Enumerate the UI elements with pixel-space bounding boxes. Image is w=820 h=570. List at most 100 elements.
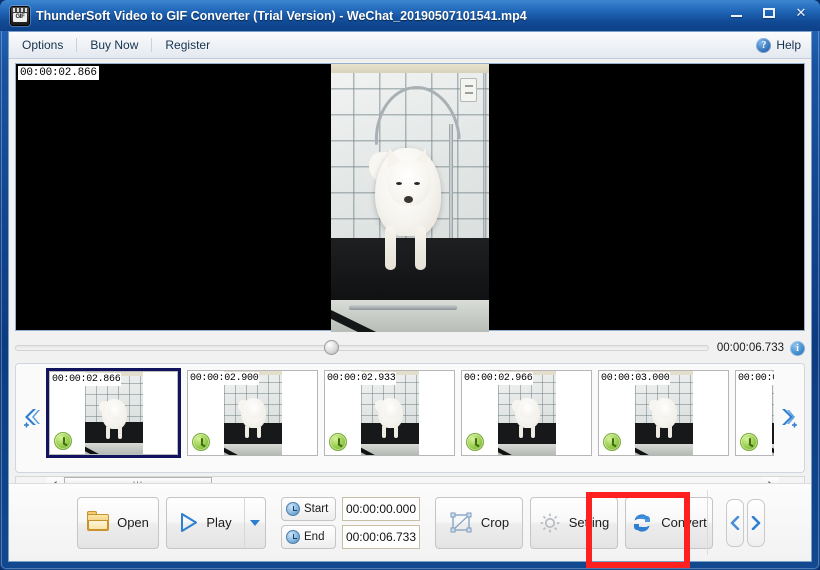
- close-icon: ✕: [795, 5, 807, 20]
- setting-button[interactable]: Setting: [530, 496, 618, 549]
- start-button[interactable]: Start: [281, 496, 336, 521]
- end-row: End 00:00:06.733: [281, 524, 420, 549]
- filmstrip-viewport: 00:00:02.866 00:00:02.900 00:00:02.933 0…: [46, 364, 774, 472]
- thumbnail-inner: 00:00:02.866: [49, 371, 178, 455]
- frame-thumbnail[interactable]: 00:00:03.0: [735, 370, 774, 456]
- thumbnail-inner: 00:00:02.933: [325, 371, 454, 455]
- help-icon: ?: [756, 37, 772, 53]
- gear-icon: [539, 512, 561, 534]
- play-button-group: Play: [166, 496, 266, 549]
- dog-leg-left: [385, 226, 396, 270]
- window-controls: ✕: [726, 2, 812, 24]
- frame-thumbnail[interactable]: 00:00:02.966: [461, 370, 592, 456]
- thumbnail-inner: 00:00:03.000: [599, 371, 728, 455]
- start-end-group: Start 00:00:00.000 End 00:00:06.733: [281, 496, 420, 549]
- chevron-left-plus-icon: [20, 405, 42, 431]
- next-page-button[interactable]: [747, 498, 765, 547]
- thumb-dog: [374, 389, 407, 438]
- dog-leg-right: [415, 226, 426, 270]
- maximize-button[interactable]: [758, 2, 780, 24]
- end-time-field[interactable]: 00:00:06.733: [342, 524, 420, 549]
- crop-button[interactable]: Crop: [435, 496, 523, 549]
- wall-outlet: [460, 78, 477, 102]
- gif-label-icon: GIF: [13, 12, 27, 22]
- current-time-overlay: 00:00:02.866: [18, 66, 99, 80]
- thumbnail-timestamp: 00:00:02.900: [189, 372, 260, 385]
- page-nav-group: [726, 498, 765, 547]
- help-menu[interactable]: ? Help: [756, 32, 801, 58]
- dog-nose: [404, 196, 413, 203]
- title-bar: GIF ThunderSoft Video to GIF Converter (…: [0, 0, 820, 31]
- help-label: Help: [776, 38, 801, 52]
- start-row: Start 00:00:00.000: [281, 496, 420, 521]
- clock-end-icon: [286, 529, 300, 544]
- play-icon: [179, 512, 198, 533]
- filmstrip-prev-button[interactable]: [16, 364, 46, 472]
- end-button[interactable]: End: [281, 524, 336, 549]
- frame-thumbnail[interactable]: 00:00:02.900: [187, 370, 318, 456]
- app-icon: GIF: [10, 5, 30, 26]
- close-button[interactable]: ✕: [790, 2, 812, 24]
- thumbnail-timestamp: 00:00:03.0: [737, 372, 774, 385]
- dog-subject: [367, 126, 453, 276]
- frame-thumbnail[interactable]: 00:00:02.866: [46, 368, 181, 458]
- chevron-left-icon: [730, 515, 740, 530]
- clock-badge-icon[interactable]: [603, 433, 621, 451]
- video-preview[interactable]: 00:00:02.866: [15, 63, 805, 332]
- thumbnail-inner: 00:00:02.900: [188, 371, 317, 455]
- prev-page-button[interactable]: [726, 498, 744, 547]
- info-icon[interactable]: i: [790, 340, 805, 356]
- thumbnail-timestamp: 00:00:02.866: [51, 373, 122, 386]
- clock-badge-icon[interactable]: [466, 433, 484, 451]
- menu-buy-now[interactable]: Buy Now: [77, 32, 151, 58]
- chevron-right-icon: [751, 515, 761, 530]
- crop-icon: [449, 512, 473, 534]
- start-label: Start: [304, 502, 329, 515]
- crop-label: Crop: [480, 515, 510, 530]
- seek-slider-handle[interactable]: [323, 340, 339, 355]
- chevron-right-plus-icon: [778, 405, 800, 431]
- frame-thumbnail[interactable]: 00:00:03.000: [598, 370, 729, 456]
- dog-eye-left: [396, 182, 402, 185]
- minimize-icon: [731, 15, 742, 17]
- thumb-dog: [648, 389, 681, 438]
- play-label: Play: [206, 515, 232, 530]
- menu-register[interactable]: Register: [152, 32, 223, 58]
- filmstrip-next-button[interactable]: [774, 364, 804, 472]
- application-window: GIF ThunderSoft Video to GIF Converter (…: [0, 0, 820, 570]
- frame-thumbnail[interactable]: 00:00:02.933: [324, 370, 455, 456]
- film-perforations: [13, 7, 27, 12]
- seek-slider-track[interactable]: [15, 340, 709, 355]
- play-button[interactable]: Play: [166, 496, 244, 549]
- folder-icon: [87, 511, 110, 531]
- client-area: Options Buy Now Register ? Help 00:00:02…: [8, 31, 812, 562]
- convert-button[interactable]: Convert: [625, 496, 713, 549]
- thumb-dog: [98, 390, 131, 439]
- chevron-down-icon: [250, 519, 260, 526]
- open-label: Open: [117, 515, 149, 530]
- clock-badge-icon[interactable]: [54, 432, 72, 450]
- open-button[interactable]: Open: [77, 496, 159, 549]
- clock-badge-icon[interactable]: [740, 433, 758, 451]
- toolbar-inner: Open Play Start 00:00:00.000 End 00:00:0…: [9, 484, 811, 561]
- filmstrip-track: 00:00:02.866 00:00:02.900 00:00:02.933 0…: [46, 368, 774, 458]
- total-duration-label: 00:00:06.733: [716, 342, 784, 354]
- play-dropdown-button[interactable]: [244, 496, 266, 549]
- window-title: ThunderSoft Video to GIF Converter (Tria…: [36, 8, 527, 23]
- thumbnail-inner: 00:00:03.0: [736, 371, 774, 455]
- video-frame: [331, 64, 489, 332]
- menu-options[interactable]: Options: [9, 32, 76, 58]
- thumb-dog: [237, 389, 270, 438]
- minimize-button[interactable]: [726, 2, 748, 24]
- start-time-field[interactable]: 00:00:00.000: [342, 496, 420, 521]
- bottom-toolbar: Open Play Start 00:00:00.000 End 00:00:0…: [9, 483, 811, 561]
- thumbnail-timestamp: 00:00:03.000: [600, 372, 671, 385]
- convert-icon: [631, 512, 653, 534]
- convert-label: Convert: [661, 515, 707, 530]
- ceiling-strip: [331, 64, 489, 73]
- clock-badge-icon[interactable]: [192, 433, 210, 451]
- clock-badge-icon[interactable]: [329, 433, 347, 451]
- thumbnail-timestamp: 00:00:02.966: [463, 372, 534, 385]
- thumb-dog: [511, 389, 544, 438]
- end-label: End: [304, 530, 325, 543]
